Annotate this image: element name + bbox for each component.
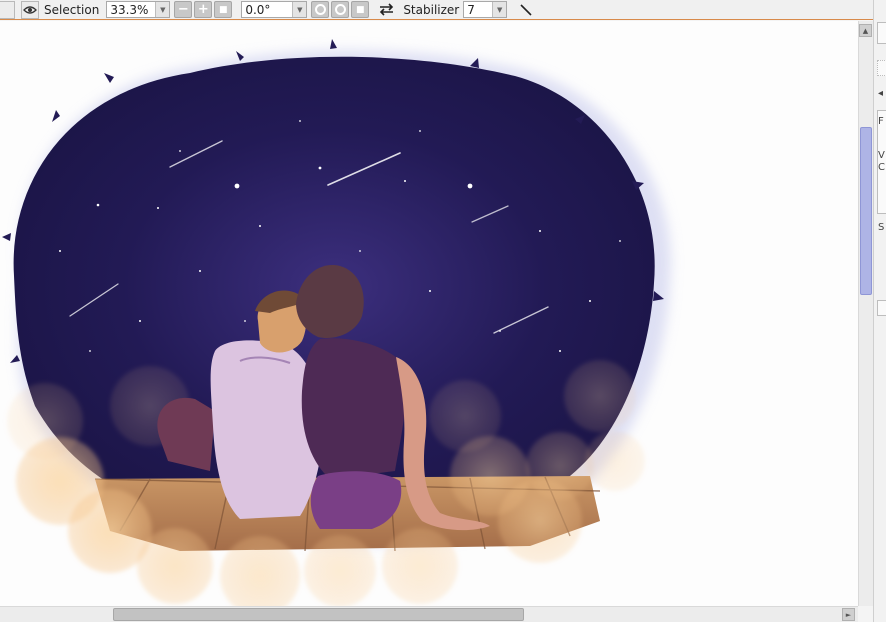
horizontal-scroll-thumb[interactable]	[113, 608, 524, 621]
zoom-out-button[interactable]: −	[174, 1, 193, 18]
stabilizer-dropdown[interactable]: 7 ▼	[463, 1, 508, 18]
zoom-in-button[interactable]: +	[194, 1, 213, 18]
zoom-out-icon: −	[177, 2, 189, 17]
rotate-cw-icon	[334, 4, 346, 15]
panel-label-s: S	[878, 222, 885, 233]
panel-arrow-icon: ◂	[878, 88, 884, 99]
chevron-down-icon: ▼	[292, 2, 307, 17]
line-icon	[520, 3, 532, 16]
flip-button[interactable]	[378, 2, 394, 18]
panel-header-box	[877, 22, 886, 44]
zoom-reset-button[interactable]: ■	[214, 1, 233, 18]
scroll-up-button[interactable]: ▲	[859, 24, 872, 37]
artwork-image	[2, 39, 671, 606]
panel-dropdown[interactable]	[877, 300, 886, 316]
selection-tool-box[interactable]	[877, 60, 886, 76]
zoom-in-icon: +	[197, 2, 209, 17]
right-dock-panel: ◂ F V C S	[873, 0, 886, 622]
panel-label-v: V	[878, 150, 885, 161]
zoom-dropdown[interactable]: 33.3% ▼	[106, 1, 171, 18]
rotation-value: 0.0°	[245, 2, 271, 17]
rotate-ccw-button[interactable]	[311, 1, 330, 18]
chevron-down-icon: ▼	[155, 2, 170, 17]
rotation-reset-button[interactable]: ■	[351, 1, 370, 18]
eye-icon	[23, 5, 37, 14]
line-tool-button[interactable]	[517, 1, 535, 18]
drawing-canvas[interactable]	[0, 21, 858, 606]
view-toggle-button[interactable]	[21, 0, 39, 19]
rotate-cw-button[interactable]	[331, 1, 350, 18]
stabilizer-label: Stabilizer	[403, 2, 460, 17]
toolbar-left-edge[interactable]	[0, 0, 15, 19]
vertical-scrollbar[interactable]: ▲	[858, 21, 873, 606]
selection-label: Selection	[44, 2, 100, 17]
chevron-down-icon: ▼	[492, 2, 507, 17]
panel-label-f: F	[878, 116, 884, 127]
top-toolbar: Selection 33.3% ▼ − + ■ 0.0° ▼ ■ Stabili…	[0, 0, 886, 20]
paint-app-window: Selection 33.3% ▼ − + ■ 0.0° ▼ ■ Stabili…	[0, 0, 886, 622]
zoom-value: 33.3%	[110, 2, 149, 17]
stop-icon: ■	[356, 4, 365, 15]
vertical-scroll-thumb[interactable]	[860, 127, 872, 295]
rotate-ccw-icon	[314, 4, 326, 15]
flip-icon	[379, 3, 393, 16]
stop-icon: ■	[219, 4, 228, 15]
stabilizer-value: 7	[467, 2, 475, 17]
rotation-dropdown[interactable]: 0.0° ▼	[241, 1, 308, 18]
panel-label-c: C	[878, 162, 885, 173]
horizontal-scrollbar[interactable]: ►	[0, 606, 858, 622]
scroll-right-button[interactable]: ►	[842, 608, 855, 621]
